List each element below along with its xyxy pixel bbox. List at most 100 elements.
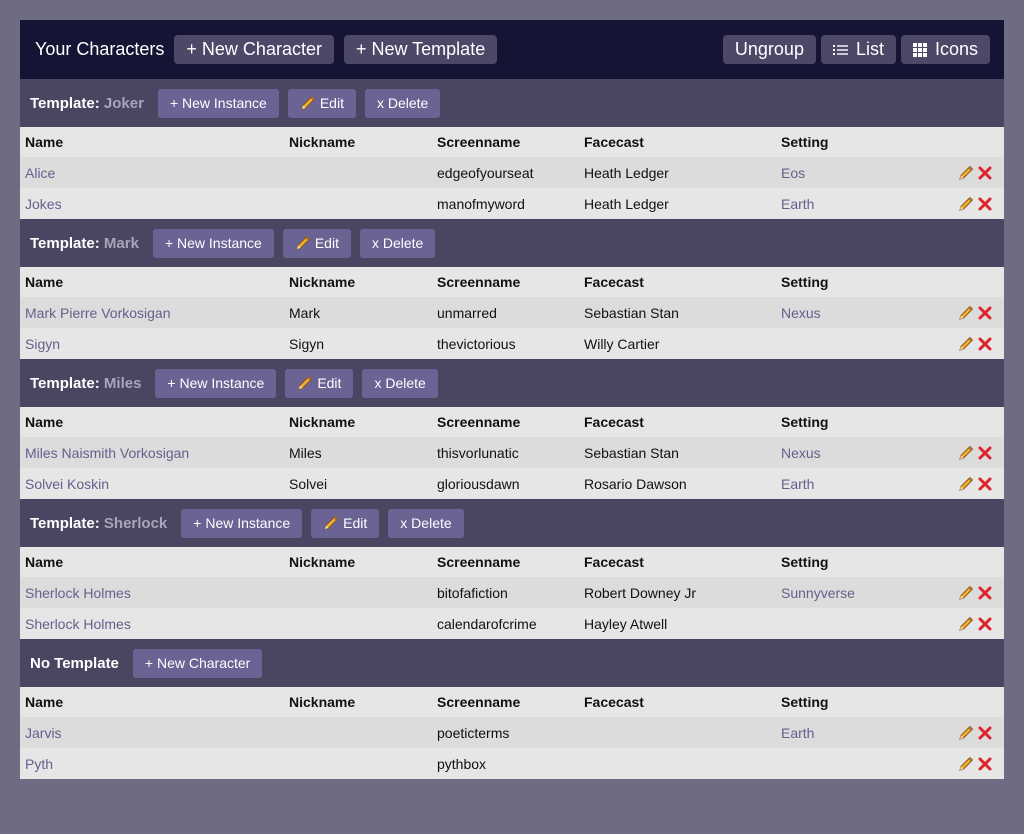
table-row: Sherlock Holmes bitofafiction Robert Downe… (20, 577, 1004, 608)
column-header-actions (926, 127, 1004, 157)
pencil-icon[interactable] (958, 305, 974, 321)
group-title-prefix: Template: (30, 94, 100, 112)
pencil-icon (300, 95, 316, 111)
column-header-actions (926, 267, 1004, 297)
group-title-prefix: Template: (30, 374, 100, 392)
cell-setting[interactable]: Earth (776, 468, 926, 499)
edit-template-button[interactable]: Edit (282, 228, 351, 258)
edit-template-button[interactable]: Edit (287, 88, 356, 118)
cell-setting[interactable]: Sunnyverse (776, 577, 926, 608)
cell-nickname (284, 188, 432, 219)
icons-view-button[interactable]: Icons (900, 35, 990, 64)
pencil-icon[interactable] (958, 725, 974, 741)
column-header: Facecast (579, 687, 776, 717)
cell-name[interactable]: Solvei Koskin (20, 468, 284, 499)
pencil-icon[interactable] (958, 196, 974, 212)
new-instance-button[interactable]: + New Instance (152, 228, 274, 258)
top-bar: Your Characters + New Character + New Te… (20, 20, 1004, 79)
pencil-icon (323, 515, 339, 531)
delete-x-icon[interactable] (978, 726, 992, 740)
pencil-icon[interactable] (958, 616, 974, 632)
delete-template-button[interactable]: x Delete (364, 88, 441, 118)
delete-x-icon[interactable] (978, 306, 992, 320)
cell-facecast: Willy Cartier (579, 328, 776, 359)
pencil-icon[interactable] (958, 165, 974, 181)
cell-name[interactable]: Jarvis (20, 717, 284, 748)
column-header: Nickname (284, 267, 432, 297)
pencil-icon[interactable] (958, 585, 974, 601)
delete-x-icon[interactable] (978, 446, 992, 460)
new-instance-button[interactable]: + New Instance (157, 88, 279, 118)
cell-name[interactable]: Pyth (20, 748, 284, 779)
template-name[interactable]: Sherlock (104, 515, 167, 532)
cell-screenname: calendarofcrime (432, 608, 579, 639)
delete-x-icon[interactable] (978, 617, 992, 631)
cell-name[interactable]: Sherlock Holmes (20, 577, 284, 608)
edit-template-button[interactable]: Edit (285, 368, 354, 398)
table-header-row: Name Nickname Screenname Facecast Setting (20, 687, 1004, 717)
new-character-button[interactable]: + New Character (174, 35, 334, 64)
pencil-icon[interactable] (958, 445, 974, 461)
pencil-icon (295, 235, 311, 251)
delete-x-icon[interactable] (978, 586, 992, 600)
column-header: Nickname (284, 547, 432, 577)
cell-nickname (284, 748, 432, 779)
cell-name[interactable]: Alice (20, 157, 284, 188)
cell-setting[interactable]: Eos (776, 157, 926, 188)
delete-x-icon[interactable] (978, 197, 992, 211)
delete-x-icon[interactable] (978, 166, 992, 180)
column-header: Facecast (579, 127, 776, 157)
cell-name[interactable]: Jokes (20, 188, 284, 219)
cell-name[interactable]: Sherlock Holmes (20, 608, 284, 639)
column-header: Facecast (579, 267, 776, 297)
cell-setting[interactable]: Earth (776, 717, 926, 748)
character-groups: Template: Joker + New Instance Edit x Delet… (20, 79, 1004, 779)
cell-screenname: edgeofyourseat (432, 157, 579, 188)
cell-name[interactable]: Mark Pierre Vorkosigan (20, 297, 284, 328)
delete-x-icon[interactable] (978, 477, 992, 491)
cell-setting[interactable] (776, 608, 926, 639)
cell-setting[interactable]: Nexus (776, 437, 926, 468)
cell-screenname: manofmyword (432, 188, 579, 219)
column-header-actions (926, 407, 1004, 437)
cell-name[interactable]: Sigyn (20, 328, 284, 359)
cell-facecast: Heath Ledger (579, 188, 776, 219)
column-header: Setting (776, 127, 926, 157)
new-template-button[interactable]: + New Template (343, 35, 498, 64)
cell-nickname: Miles (284, 437, 432, 468)
pencil-icon[interactable] (958, 336, 974, 352)
template-name[interactable]: Joker (104, 95, 144, 112)
template-name[interactable]: Mark (104, 235, 139, 252)
edit-template-button[interactable]: Edit (311, 508, 380, 538)
table-row: Mark Pierre Vorkosigan Mark unmarred Sebast… (20, 297, 1004, 328)
cell-screenname: gloriousdawn (432, 468, 579, 499)
new-instance-button[interactable]: + New Instance (181, 508, 303, 538)
delete-template-button[interactable]: x Delete (388, 508, 464, 538)
cell-setting[interactable] (776, 748, 926, 779)
delete-template-button[interactable]: x Delete (359, 228, 436, 258)
list-view-button[interactable]: List (820, 35, 896, 64)
new-instance-button[interactable]: + New Instance (155, 368, 277, 398)
ungroup-button[interactable]: Ungroup (722, 35, 816, 64)
cell-name[interactable]: Miles Naismith Vorkosigan (20, 437, 284, 468)
cell-setting[interactable]: Earth (776, 188, 926, 219)
cell-setting[interactable]: Nexus (776, 297, 926, 328)
column-header: Name (20, 407, 284, 437)
row-actions (926, 328, 1004, 359)
pencil-icon[interactable] (958, 476, 974, 492)
characters-table: Name Nickname Screenname Facecast Setting Ali… (20, 127, 1004, 219)
delete-template-button[interactable]: x Delete (362, 368, 438, 398)
template-name[interactable]: Miles (104, 375, 142, 392)
cell-setting[interactable] (776, 328, 926, 359)
cell-nickname (284, 157, 432, 188)
new-character-button[interactable]: + New Character (132, 648, 263, 678)
delete-x-icon[interactable] (978, 757, 992, 771)
table-row: Jokes manofmyword Heath Ledger Earth (20, 188, 1004, 219)
characters-table: Name Nickname Screenname Facecast Setting Mar… (20, 267, 1004, 359)
characters-table: Name Nickname Screenname Facecast Setting She… (20, 547, 1004, 639)
group-title: No Template (30, 655, 119, 672)
delete-x-icon[interactable] (978, 337, 992, 351)
table-header-row: Name Nickname Screenname Facecast Setting (20, 547, 1004, 577)
characters-table: Name Nickname Screenname Facecast Setting Mil… (20, 407, 1004, 499)
pencil-icon[interactable] (958, 756, 974, 772)
